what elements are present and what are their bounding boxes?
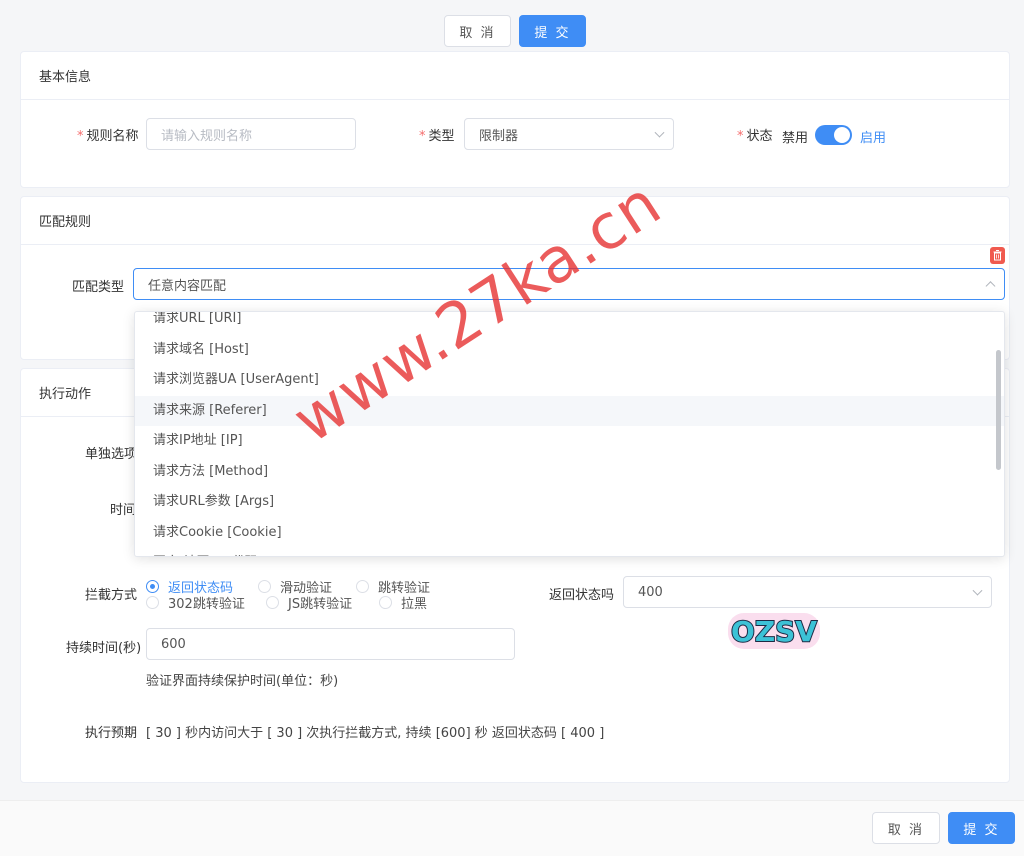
dropdown-option[interactable]: 请求URL [URI] [135,312,1004,335]
basic-info-title: 基本信息 [21,52,1009,100]
rule-name-label: * 规则名称 [77,129,139,144]
return-status-select[interactable]: 400 [623,576,992,608]
dropdown-option[interactable]: 请求域名 [Host] [135,335,1004,366]
expected-label: 执行预期 [85,726,138,741]
intercept-label: 拦截方式 [85,588,138,603]
intercept-radio-js-redirect[interactable]: JS跳转验证 [266,593,352,612]
radio-dot [356,580,369,593]
time-label: 时间 [110,503,137,518]
ozsv-sticker: OZSV [728,613,820,649]
radio-dot [258,580,271,593]
chevron-down-icon [654,127,665,138]
dropdown-option-hovered[interactable]: 请求来源 [Referer] [135,395,1004,426]
sticker-text: OZSV [731,615,817,648]
type-select[interactable]: 限制器 [464,118,674,150]
dropdown-option[interactable]: 请求Cookie [Cookie] [135,518,1004,549]
dropdown-option[interactable]: 请求方法 [Method] [135,457,1004,488]
bottom-submit-button[interactable]: 提 交 [948,812,1015,844]
delete-rule-button[interactable] [990,247,1005,264]
toggle-knob [834,127,850,143]
top-cancel-button[interactable]: 取 消 [444,15,511,47]
status-on-text: 启用 [860,131,887,146]
radio-dot [146,580,159,593]
top-submit-button[interactable]: 提 交 [519,15,586,47]
return-status-label: 返回状态吗 [549,588,615,603]
dropdown-option[interactable]: 请求浏览器UA [UserAgent] [135,365,1004,396]
status-off-text: 禁用 [782,131,809,146]
duration-hint: 验证界面持续保护时间(单位：秒) [146,674,339,689]
status-label: * 状态 [737,129,773,144]
intercept-radio-302-redirect[interactable]: 302跳转验证 [146,593,245,612]
bottom-cancel-button[interactable]: 取 消 [872,812,940,844]
expected-text: [ 30 ] 秒内访问大于 [ 30 ] 次执行拦截方式, 持续 [600] 秒… [146,726,605,741]
trash-icon [993,250,1002,261]
radio-dot [266,596,279,609]
chevron-down-icon [972,585,983,596]
match-type-label: 匹配类型 [72,280,125,295]
dropdown-scrollbar[interactable] [996,350,1001,470]
dropdown-option[interactable]: 请求IP地址 [IP] [135,426,1004,457]
type-label: * 类型 [419,129,455,144]
chevron-up-icon [985,281,996,292]
single-option-label: 单独选项 [85,447,138,462]
dropdown-option[interactable]: 国家/地区ISO代码 [ISO-CODE] [135,548,1004,556]
match-type-dropdown[interactable]: 请求URL [URI] 请求域名 [Host] 请求浏览器UA [UserAge… [134,311,1005,557]
intercept-radio-blacklist[interactable]: 拉黑 [379,593,427,612]
radio-dot [379,596,392,609]
rule-name-input[interactable]: 请输入规则名称 [146,118,356,150]
dropdown-option[interactable]: 请求URL参数 [Args] [135,487,1004,518]
match-rules-title: 匹配规则 [21,197,1009,245]
duration-input[interactable]: 600 [146,628,515,660]
status-toggle[interactable] [815,125,852,145]
duration-label: 持续时间(秒) [66,641,142,656]
radio-dot [146,596,159,609]
bottom-bar [0,800,1024,856]
